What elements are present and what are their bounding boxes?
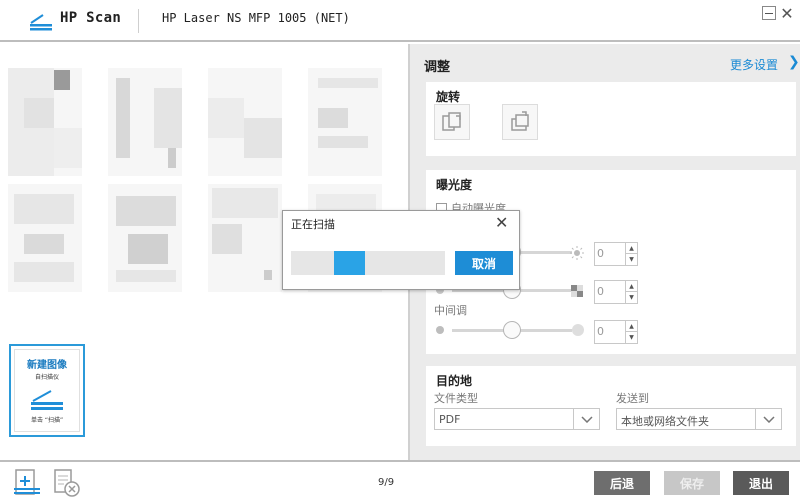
add-page-icon[interactable] [12,468,42,498]
contrast-icon [571,285,583,297]
scan-thumbnail[interactable] [308,68,382,176]
midtones-label: 中间调 [434,304,467,317]
dialog-title: 正在扫描 [291,218,335,231]
scan-thumbnail[interactable] [8,68,82,176]
scan-thumbnail[interactable] [208,68,282,176]
minimize-button[interactable] [762,6,776,20]
bottom-bar: 9/9 后退 保存 退出 [0,460,800,503]
destination-card: 目的地 文件类型 PDF 发送到 本地或网络文件夹 [426,366,796,446]
scan-thumbnail[interactable] [108,184,182,292]
slider-knob[interactable] [503,321,521,339]
delete-page-icon[interactable] [52,468,82,498]
file-type-value: PDF [439,413,461,426]
new-image-subtitle: 自扫描仪 [34,374,59,381]
exit-button[interactable]: 退出 [733,471,789,495]
app-name: HP Scan [60,10,122,26]
scan-progress-bar [291,251,445,275]
new-image-title: 新建图像 [27,360,67,371]
rotate-right-icon [511,111,529,131]
cancel-button[interactable]: 取消 [455,251,513,275]
midtones-spinner[interactable]: 0 ▲ ▼ [594,320,638,344]
sun-icon [570,246,584,260]
spin-down-button[interactable]: ▼ [625,292,637,303]
adjust-title: 调整 [424,60,451,75]
send-to-label: 发送到 [616,392,649,405]
progress-fill [334,251,365,275]
device-name: HP Laser NS MFP 1005 (NET) [162,11,350,25]
scanner-logo-icon [30,14,52,31]
send-to-select[interactable]: 本地或网络文件夹 [616,408,782,430]
exposure-title: 曝光度 [436,178,473,192]
scan-thumbnail[interactable] [208,184,282,292]
rotate-left-button[interactable] [434,104,470,140]
midtones-value: 0 [597,325,604,338]
scanning-dialog: 正在扫描 ✕ 取消 [282,210,520,290]
scan-thumbnail[interactable] [8,184,82,292]
spin-down-button[interactable]: ▼ [625,254,637,265]
chevron-down-icon[interactable] [573,409,599,429]
spin-up-button[interactable]: ▲ [625,321,637,332]
new-image-tile[interactable]: 新建图像 自扫描仪 单击 “扫描” [9,344,85,437]
rotate-right-button[interactable] [502,104,538,140]
save-button[interactable]: 保存 [664,471,720,495]
spin-up-button[interactable]: ▲ [625,281,637,292]
file-type-label: 文件类型 [434,392,478,405]
title-bar: HP Scan HP Laser NS MFP 1005 (NET) ✕ [0,0,800,42]
rotate-title: 旋转 [436,90,461,104]
more-settings-link[interactable]: 更多设置 [730,56,778,73]
send-to-value: 本地或网络文件夹 [621,415,709,428]
close-window-button[interactable]: ✕ [780,4,794,23]
contrast-spinner[interactable]: 0 ▲ ▼ [594,280,638,304]
title-separator [138,9,139,33]
brightness-spinner[interactable]: 0 ▲ ▼ [594,242,638,266]
page-count: 9/9 [378,477,395,488]
file-type-select[interactable]: PDF [434,408,600,430]
chevron-right-icon[interactable]: ❯ [788,54,800,70]
rotate-card: 旋转 [426,82,796,156]
spin-up-button[interactable]: ▲ [625,243,637,254]
scanner-icon [31,390,63,410]
rotate-left-icon [442,112,461,131]
new-image-hint: 单击 “扫描” [30,417,64,424]
spin-down-button[interactable]: ▼ [625,332,637,343]
chevron-down-icon[interactable] [755,409,781,429]
scan-thumbnail[interactable] [108,68,182,176]
light-dot-icon [572,324,584,336]
back-button[interactable]: 后退 [594,471,650,495]
contrast-value: 0 [597,285,604,298]
brightness-value: 0 [597,247,604,260]
dark-dot-icon [436,326,444,334]
dialog-close-icon[interactable]: ✕ [495,213,508,232]
destination-title: 目的地 [436,374,473,388]
new-image-card: 新建图像 自扫描仪 单击 “扫描” [14,349,80,432]
